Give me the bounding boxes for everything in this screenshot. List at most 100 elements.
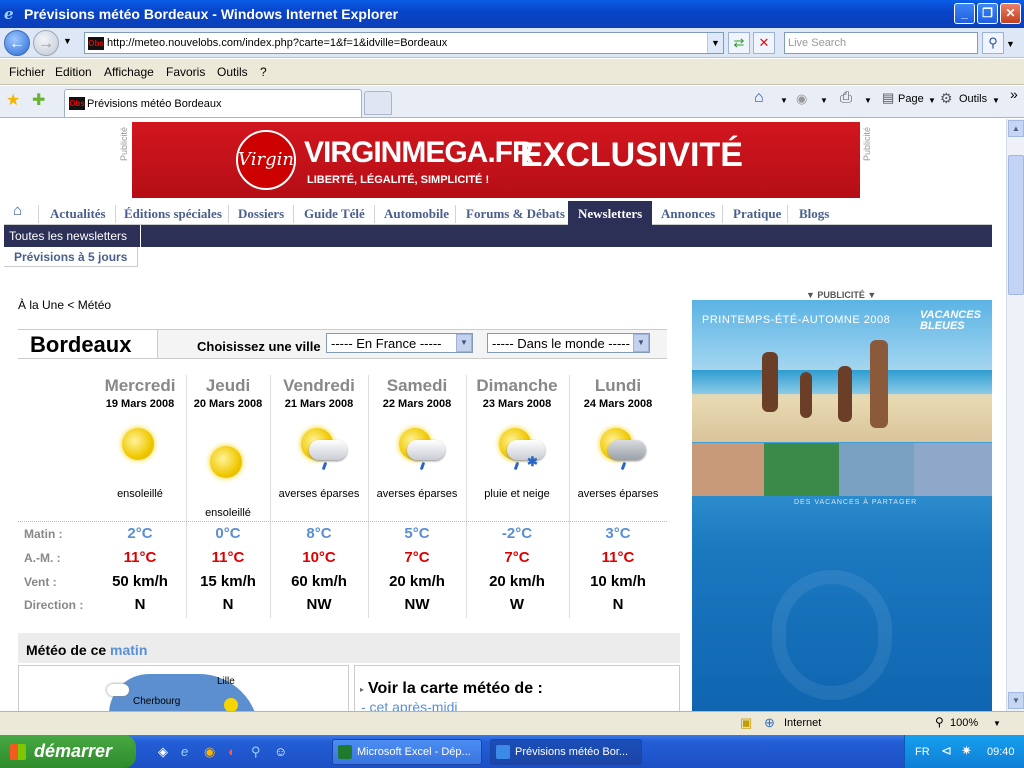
condition-text: ensoleillé: [205, 507, 251, 519]
subnav-all-newsletters[interactable]: Toutes les newsletters: [9, 229, 127, 243]
print-dropdown-icon[interactable]: ▼: [864, 96, 872, 105]
tray-back-icon[interactable]: ⊲: [941, 743, 952, 759]
quicklaunch-messenger-icon[interactable]: ☺: [274, 744, 287, 759]
temp-afternoon: 7°C: [504, 549, 530, 566]
forward-button[interactable]: →: [33, 30, 59, 56]
page-dropdown-icon[interactable]: ▼: [928, 96, 936, 105]
menu-edition[interactable]: Edition: [55, 65, 92, 79]
nav-automobile[interactable]: Automobile: [384, 206, 449, 222]
wind-speed: 20 km/h: [489, 573, 545, 590]
maximize-button[interactable]: ❐: [977, 3, 998, 24]
zoom-dropdown-icon[interactable]: ▼: [993, 719, 1001, 728]
tray-network-icon[interactable]: ✷: [961, 743, 972, 759]
start-label: démarrer: [34, 741, 113, 761]
ad-swirl-decoration: [772, 570, 892, 700]
add-favorite-icon[interactable]: ✚: [32, 90, 45, 110]
page-menu[interactable]: Page: [898, 93, 924, 105]
nav-forums-debats[interactable]: Forums & Débats: [466, 206, 565, 222]
protected-mode-icon: ▣: [740, 715, 753, 730]
subnav-forecast-5-days[interactable]: Prévisions à 5 jours: [14, 250, 127, 264]
print-icon[interactable]: ⎙: [840, 89, 852, 106]
nav-newsletters-active[interactable]: Newsletters: [568, 201, 653, 225]
nav-guide-tele[interactable]: Guide Télé: [304, 206, 365, 222]
quicklaunch-ie-icon[interactable]: e: [181, 744, 188, 759]
feeds-dropdown-icon[interactable]: ▼: [820, 96, 828, 105]
scroll-thumb[interactable]: [1008, 155, 1024, 295]
menu-affichage[interactable]: Affichage: [104, 65, 154, 79]
close-button[interactable]: ✕: [1000, 3, 1021, 24]
search-options-icon[interactable]: ▼: [1006, 39, 1015, 49]
france-weather-map[interactable]: Lille Cherbourg: [18, 665, 349, 711]
nav-editions-speciales[interactable]: Éditions spéciales: [124, 206, 222, 222]
temp-morning: 0°C: [215, 525, 241, 542]
breadcrumb[interactable]: À la Une < Météo: [18, 298, 111, 312]
menu-favoris[interactable]: Favoris: [166, 65, 205, 79]
zoom-icon[interactable]: ⚲: [935, 715, 944, 729]
row-label-afternoon: A.-M. :: [24, 551, 61, 565]
tools-gear-icon[interactable]: ⚙: [940, 90, 953, 107]
nav-pratique[interactable]: Pratique: [733, 206, 781, 222]
nav-dossiers[interactable]: Dossiers: [238, 206, 284, 222]
task-ie-active[interactable]: Prévisions météo Bor...: [490, 739, 642, 765]
menu-outils[interactable]: Outils: [217, 65, 248, 79]
world-city-select[interactable]: ----- Dans le monde ----- ▼: [487, 333, 650, 353]
page-icon[interactable]: ▤: [882, 90, 894, 106]
minimize-button[interactable]: _: [954, 3, 975, 24]
home-icon[interactable]: ⌂: [754, 89, 764, 107]
chevron-down-icon[interactable]: ▼: [633, 334, 649, 352]
status-bar: ▣ ⊕ Internet ⚲ 100% ▼: [0, 711, 1024, 735]
start-button[interactable]: démarrer: [0, 735, 136, 768]
vertical-scrollbar[interactable]: ▲ ▼: [1006, 119, 1024, 711]
vacances-bleues-ad[interactable]: PRINTEMPS-ÉTÉ-AUTOMNE 2008 VACANCES BLEU…: [692, 300, 992, 711]
quicklaunch-search-icon[interactable]: ⚲: [251, 744, 261, 760]
refresh-icon[interactable]: ⇄: [728, 32, 750, 54]
quicklaunch-media-icon[interactable]: ◉: [204, 744, 215, 760]
france-city-select[interactable]: ----- En France ----- ▼: [326, 333, 473, 353]
back-button[interactable]: ←: [4, 30, 30, 56]
address-dropdown-icon[interactable]: ▼: [707, 33, 723, 53]
day-date: 20 Mars 2008: [193, 398, 263, 410]
new-tab-button[interactable]: [364, 91, 392, 115]
menu-fichier[interactable]: Fichier: [9, 65, 45, 79]
temp-morning: 5°C: [404, 525, 430, 542]
scroll-up-icon[interactable]: ▲: [1008, 120, 1024, 137]
tools-dropdown-icon[interactable]: ▼: [992, 96, 1000, 105]
home-nav-icon[interactable]: ⌂: [13, 203, 22, 220]
stop-icon[interactable]: ✕: [753, 32, 775, 54]
sun-cloud-rain-icon: [588, 418, 648, 472]
wind-speed: 10 km/h: [590, 573, 646, 590]
address-field[interactable]: Obs http://meteo.nouvelobs.com/index.php…: [84, 32, 724, 54]
quicklaunch-desktop-icon[interactable]: ◈: [158, 744, 168, 760]
nav-actualites[interactable]: Actualités: [50, 206, 106, 222]
matin-link[interactable]: matin: [110, 642, 147, 658]
quicklaunch-chrome-icon[interactable]: ◐: [228, 744, 236, 759]
search-icon[interactable]: ⚲: [982, 32, 1004, 54]
temp-morning: 2°C: [127, 525, 153, 542]
language-indicator[interactable]: FR: [915, 746, 930, 758]
history-dropdown-icon[interactable]: ▼: [63, 36, 72, 46]
chevron-more-icon[interactable]: »: [1010, 86, 1018, 102]
nav-annonces[interactable]: Annonces: [661, 206, 715, 222]
search-input[interactable]: Live Search: [784, 32, 978, 54]
nav-blogs[interactable]: Blogs: [799, 206, 829, 222]
chevron-down-icon[interactable]: ▼: [456, 334, 472, 352]
favorites-star-icon[interactable]: ★: [6, 90, 20, 110]
day-column-mercredi: Mercredi 19 Mars 2008: [91, 376, 189, 410]
condition-text: averses éparses: [278, 488, 360, 500]
taskbar: démarrer ◈ e ◉ ◐ ⚲ ☺ Microsoft Excel - D…: [0, 735, 1024, 768]
wind-speed: 15 km/h: [200, 573, 256, 590]
home-dropdown-icon[interactable]: ▼: [780, 96, 788, 105]
wind-direction: N: [134, 596, 146, 613]
see-map-panel: ▸ Voir la carte météo de : - cet après-m…: [354, 665, 680, 711]
top-banner-ad[interactable]: Virgin VIRGINMEGA.FR LIBERTÉ, LÉGALITÉ, …: [132, 122, 860, 198]
tools-menu[interactable]: Outils: [959, 93, 987, 105]
menu-help[interactable]: ?: [260, 65, 267, 79]
zoom-level[interactable]: 100%: [950, 717, 978, 729]
feeds-icon[interactable]: ◉: [796, 91, 807, 107]
scroll-down-icon[interactable]: ▼: [1008, 692, 1024, 709]
city-title: Bordeaux: [30, 332, 132, 357]
see-map-afternoon-link[interactable]: - cet après-midi: [361, 699, 457, 711]
day-column-vendredi: Vendredi 21 Mars 2008: [270, 376, 368, 410]
task-excel[interactable]: Microsoft Excel - Dép...: [332, 739, 482, 765]
tab-active[interactable]: Obs Prévisions météo Bordeaux: [64, 89, 362, 117]
